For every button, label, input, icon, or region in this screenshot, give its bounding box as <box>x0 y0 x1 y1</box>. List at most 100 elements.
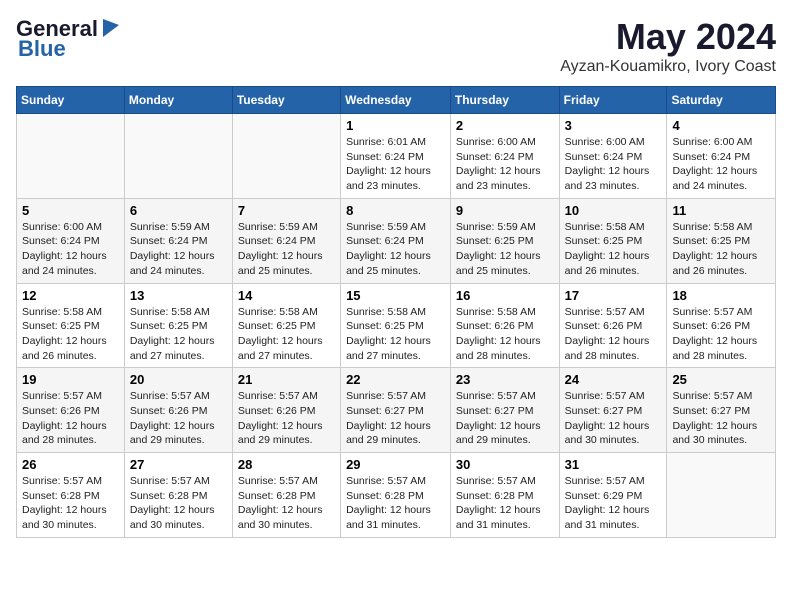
day-number: 15 <box>346 288 445 303</box>
day-info: Sunrise: 5:58 AM Sunset: 6:25 PM Dayligh… <box>238 305 335 364</box>
day-number: 17 <box>565 288 662 303</box>
calendar-day-header: Thursday <box>450 87 559 114</box>
calendar-cell: 21Sunrise: 5:57 AM Sunset: 6:26 PM Dayli… <box>232 368 340 453</box>
calendar-cell: 14 Sunrise: 5:58 AM Sunset: 6:25 PM Dayli… <box>232 283 340 368</box>
day-info: Sunrise: 5:58 AM Sunset: 6:25 PM Dayligh… <box>346 305 445 364</box>
day-info: Sunrise: 5:57 AM Sunset: 6:26 PM Dayligh… <box>672 305 770 364</box>
calendar-cell: 4 Sunrise: 6:00 AM Sunset: 6:24 PM Daylig… <box>667 114 776 199</box>
day-number: 28 <box>238 457 335 472</box>
day-number: 4 <box>672 118 770 133</box>
calendar-cell: 9 Sunrise: 5:59 AM Sunset: 6:25 PM Daylig… <box>450 198 559 283</box>
day-number: 1 <box>346 118 445 133</box>
day-number: 29 <box>346 457 445 472</box>
calendar-day-header: Monday <box>124 87 232 114</box>
calendar-cell: 16 Sunrise: 5:58 AM Sunset: 6:26 PM Dayli… <box>450 283 559 368</box>
day-number: 5 <box>22 203 119 218</box>
page-title: May 2024 <box>560 16 776 58</box>
calendar-cell: 30 Sunrise: 5:57 AM Sunset: 6:28 PM Dayli… <box>450 453 559 538</box>
calendar-cell: 31Sunrise: 5:57 AM Sunset: 6:29 PM Dayli… <box>559 453 667 538</box>
day-info: Sunrise: 5:59 AM Sunset: 6:24 PM Dayligh… <box>238 220 335 279</box>
day-info: Sunrise: 6:00 AM Sunset: 6:24 PM Dayligh… <box>672 135 770 194</box>
calendar-cell: 7 Sunrise: 5:59 AM Sunset: 6:24 PM Daylig… <box>232 198 340 283</box>
page-header: General Blue May 2024 Ayzan-Kouamikro, I… <box>16 16 776 76</box>
calendar-cell <box>124 114 232 199</box>
day-number: 7 <box>238 203 335 218</box>
calendar-cell: 24Sunrise: 5:57 AM Sunset: 6:27 PM Dayli… <box>559 368 667 453</box>
day-info: Sunrise: 5:57 AM Sunset: 6:28 PM Dayligh… <box>456 474 554 533</box>
day-number: 16 <box>456 288 554 303</box>
day-number: 18 <box>672 288 770 303</box>
day-info: Sunrise: 6:01 AM Sunset: 6:24 PM Dayligh… <box>346 135 445 194</box>
calendar-cell: 27 Sunrise: 5:57 AM Sunset: 6:28 PM Dayli… <box>124 453 232 538</box>
calendar-cell: 3Sunrise: 6:00 AM Sunset: 6:24 PM Daylig… <box>559 114 667 199</box>
day-info: Sunrise: 5:57 AM Sunset: 6:28 PM Dayligh… <box>22 474 119 533</box>
calendar-day-header: Friday <box>559 87 667 114</box>
day-info: Sunrise: 5:58 AM Sunset: 6:25 PM Dayligh… <box>22 305 119 364</box>
title-block: May 2024 Ayzan-Kouamikro, Ivory Coast <box>560 16 776 76</box>
day-info: Sunrise: 5:58 AM Sunset: 6:25 PM Dayligh… <box>565 220 662 279</box>
calendar-cell: 2Sunrise: 6:00 AM Sunset: 6:24 PM Daylig… <box>450 114 559 199</box>
day-info: Sunrise: 5:57 AM Sunset: 6:27 PM Dayligh… <box>456 389 554 448</box>
calendar-cell: 11Sunrise: 5:58 AM Sunset: 6:25 PM Dayli… <box>667 198 776 283</box>
calendar-week-row: 5 Sunrise: 6:00 AM Sunset: 6:24 PM Daylig… <box>17 198 776 283</box>
calendar-day-header: Wednesday <box>341 87 451 114</box>
calendar-cell: 19Sunrise: 5:57 AM Sunset: 6:26 PM Dayli… <box>17 368 125 453</box>
day-info: Sunrise: 5:57 AM Sunset: 6:27 PM Dayligh… <box>672 389 770 448</box>
calendar-cell: 5 Sunrise: 6:00 AM Sunset: 6:24 PM Daylig… <box>17 198 125 283</box>
calendar-cell: 10 Sunrise: 5:58 AM Sunset: 6:25 PM Dayli… <box>559 198 667 283</box>
day-number: 20 <box>130 372 227 387</box>
day-info: Sunrise: 5:59 AM Sunset: 6:24 PM Dayligh… <box>130 220 227 279</box>
day-number: 25 <box>672 372 770 387</box>
day-info: Sunrise: 5:57 AM Sunset: 6:27 PM Dayligh… <box>565 389 662 448</box>
day-info: Sunrise: 5:58 AM Sunset: 6:25 PM Dayligh… <box>672 220 770 279</box>
calendar-week-row: 12 Sunrise: 5:58 AM Sunset: 6:25 PM Dayli… <box>17 283 776 368</box>
day-info: Sunrise: 5:57 AM Sunset: 6:26 PM Dayligh… <box>565 305 662 364</box>
day-number: 19 <box>22 372 119 387</box>
calendar-cell: 12 Sunrise: 5:58 AM Sunset: 6:25 PM Dayli… <box>17 283 125 368</box>
calendar-cell: 22 Sunrise: 5:57 AM Sunset: 6:27 PM Dayli… <box>341 368 451 453</box>
calendar-cell: 13Sunrise: 5:58 AM Sunset: 6:25 PM Dayli… <box>124 283 232 368</box>
calendar-cell <box>232 114 340 199</box>
calendar-cell: 25 Sunrise: 5:57 AM Sunset: 6:27 PM Dayli… <box>667 368 776 453</box>
day-number: 10 <box>565 203 662 218</box>
calendar-cell: 6 Sunrise: 5:59 AM Sunset: 6:24 PM Daylig… <box>124 198 232 283</box>
day-number: 9 <box>456 203 554 218</box>
calendar-week-row: 19Sunrise: 5:57 AM Sunset: 6:26 PM Dayli… <box>17 368 776 453</box>
day-number: 27 <box>130 457 227 472</box>
calendar-table: SundayMondayTuesdayWednesdayThursdayFrid… <box>16 86 776 538</box>
calendar-day-header: Sunday <box>17 87 125 114</box>
day-number: 30 <box>456 457 554 472</box>
calendar-week-row: 1 Sunrise: 6:01 AM Sunset: 6:24 PM Daylig… <box>17 114 776 199</box>
day-info: Sunrise: 6:00 AM Sunset: 6:24 PM Dayligh… <box>22 220 119 279</box>
day-number: 14 <box>238 288 335 303</box>
calendar-day-header: Tuesday <box>232 87 340 114</box>
day-info: Sunrise: 5:57 AM Sunset: 6:27 PM Dayligh… <box>346 389 445 448</box>
day-number: 8 <box>346 203 445 218</box>
day-info: Sunrise: 5:59 AM Sunset: 6:24 PM Dayligh… <box>346 220 445 279</box>
day-info: Sunrise: 5:57 AM Sunset: 6:28 PM Dayligh… <box>238 474 335 533</box>
day-number: 22 <box>346 372 445 387</box>
logo-arrow-icon <box>99 17 121 39</box>
day-number: 23 <box>456 372 554 387</box>
calendar-day-header: Saturday <box>667 87 776 114</box>
day-number: 3 <box>565 118 662 133</box>
day-info: Sunrise: 5:59 AM Sunset: 6:25 PM Dayligh… <box>456 220 554 279</box>
day-info: Sunrise: 5:57 AM Sunset: 6:28 PM Dayligh… <box>130 474 227 533</box>
calendar-cell: 28 Sunrise: 5:57 AM Sunset: 6:28 PM Dayli… <box>232 453 340 538</box>
day-number: 31 <box>565 457 662 472</box>
day-number: 13 <box>130 288 227 303</box>
logo-blue-text: Blue <box>18 36 66 62</box>
logo: General Blue <box>16 16 121 62</box>
day-info: Sunrise: 6:00 AM Sunset: 6:24 PM Dayligh… <box>456 135 554 194</box>
calendar-cell: 1 Sunrise: 6:01 AM Sunset: 6:24 PM Daylig… <box>341 114 451 199</box>
calendar-cell: 18 Sunrise: 5:57 AM Sunset: 6:26 PM Dayli… <box>667 283 776 368</box>
calendar-cell <box>667 453 776 538</box>
calendar-cell: 26Sunrise: 5:57 AM Sunset: 6:28 PM Dayli… <box>17 453 125 538</box>
calendar-cell: 17 Sunrise: 5:57 AM Sunset: 6:26 PM Dayli… <box>559 283 667 368</box>
calendar-week-row: 26Sunrise: 5:57 AM Sunset: 6:28 PM Dayli… <box>17 453 776 538</box>
day-number: 6 <box>130 203 227 218</box>
calendar-cell <box>17 114 125 199</box>
day-number: 12 <box>22 288 119 303</box>
calendar-header-row: SundayMondayTuesdayWednesdayThursdayFrid… <box>17 87 776 114</box>
day-info: Sunrise: 5:58 AM Sunset: 6:26 PM Dayligh… <box>456 305 554 364</box>
